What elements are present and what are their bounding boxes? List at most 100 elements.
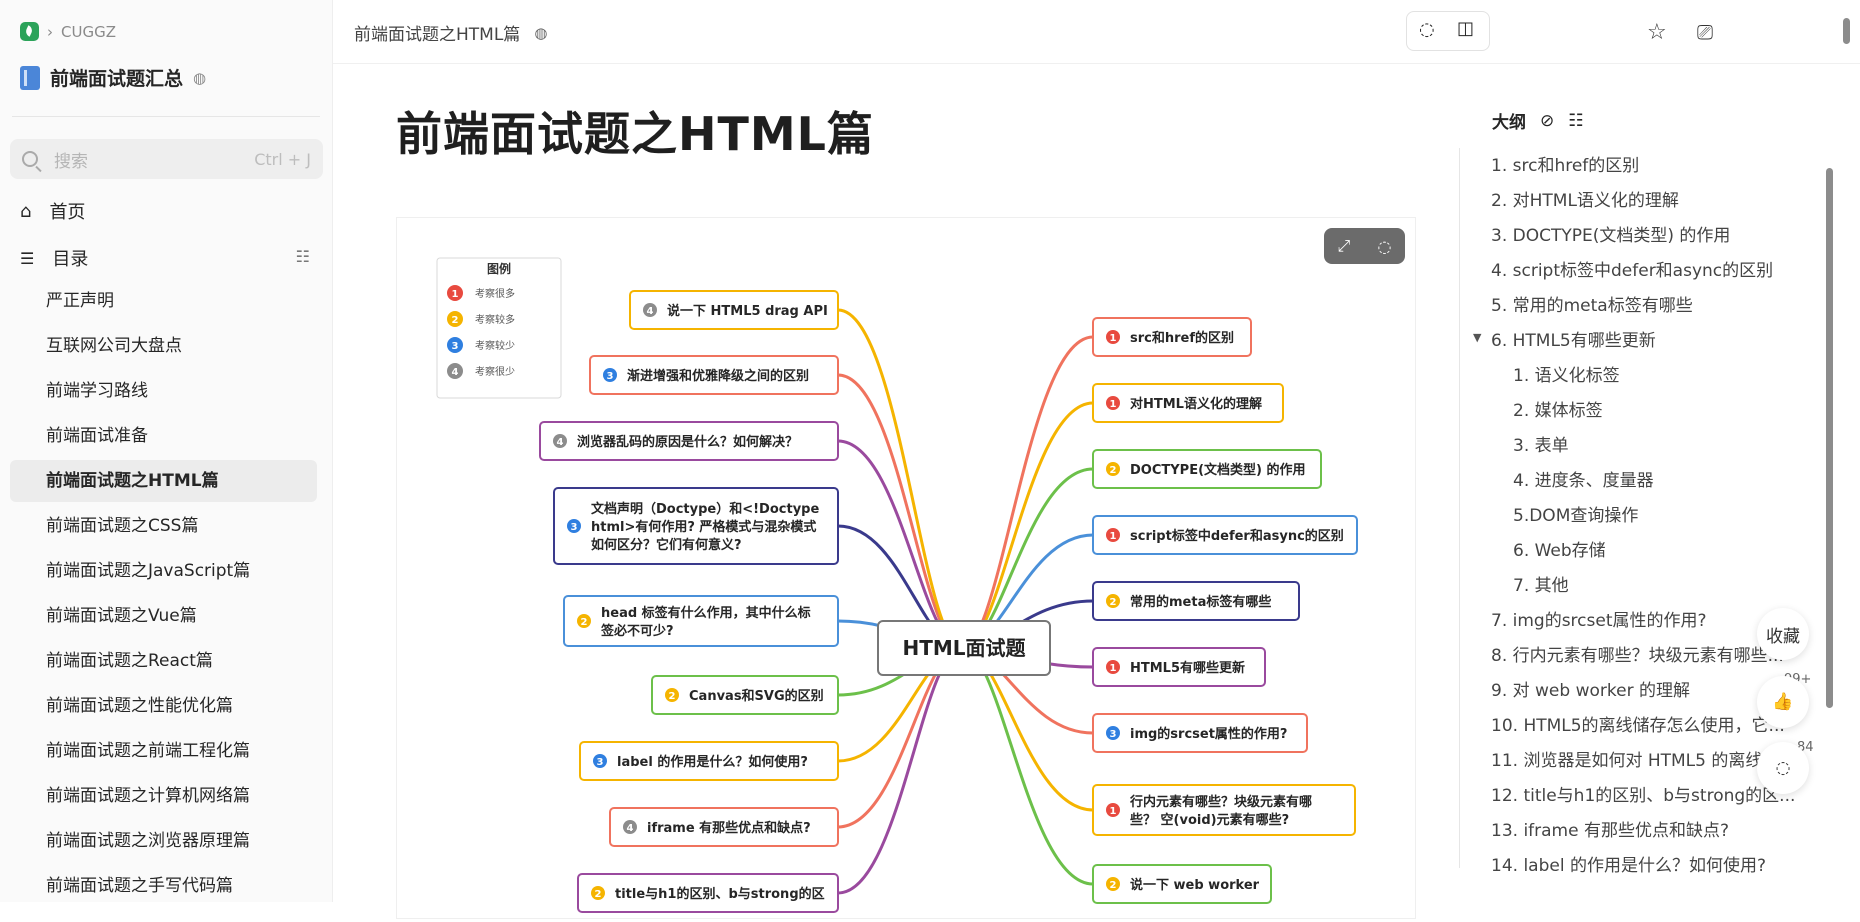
outline-scrollbar[interactable] [1826, 168, 1833, 708]
priority-num: 1 [1110, 399, 1117, 410]
outline-item[interactable]: 13. iframe 有那些优点和缺点? [1491, 816, 1729, 841]
mindmap-node[interactable]: 3 文档声明（Doctype）和<!Doctype html>有何作用? 严格模式与… [553, 487, 839, 565]
knowledge-base-title[interactable]: 前端面试题汇总 ◍ [20, 64, 206, 91]
like-button[interactable]: 👍 [1757, 676, 1809, 728]
mindmap-node[interactable]: 1 script标签中defer和async的区别 [1092, 515, 1358, 555]
mindmap-node[interactable]: 2 说一下 web worker [1092, 864, 1272, 904]
mindmap-node[interactable]: 1 HTML5有哪些更新 [1092, 647, 1266, 687]
search-input[interactable]: 搜索 Ctrl + J [10, 139, 323, 179]
outline-item[interactable]: 11. 浏览器是如何对 HTML5 的离线储... [1491, 746, 1796, 771]
outline-item[interactable]: 14. label 的作用是什么？如何使用? [1491, 851, 1766, 876]
outline-item[interactable]: 7. img的srcset属性的作用? [1491, 606, 1707, 631]
outline-item[interactable]: 7. 其他 [1513, 571, 1569, 596]
outline-item[interactable]: 1. src和href的区别 [1491, 151, 1639, 176]
caret-down-icon[interactable]: ▼ [1473, 331, 1481, 344]
outline-item[interactable]: 6. HTML5有哪些更新 [1491, 326, 1656, 351]
outline-item[interactable]: 1. 语义化标签 [1513, 361, 1620, 386]
toc-item[interactable]: 互联网公司大盘点 [10, 325, 317, 367]
comments-button[interactable]: ◌ [1757, 742, 1809, 794]
sidebar-toggle-icon[interactable]: ◫ [1457, 18, 1474, 39]
toc-item[interactable]: 前端面试题之Vue篇 [10, 595, 317, 637]
org-name[interactable]: CUGGZ [61, 23, 116, 41]
outline-item[interactable]: 4. script标签中defer和async的区别 [1491, 256, 1773, 281]
outline-item[interactable]: 3. DOCTYPE(文档类型) 的作用 [1491, 221, 1730, 246]
permission-icon[interactable]: ◍ [534, 24, 547, 42]
outline-item[interactable]: 5. 常用的meta标签有哪些 [1491, 291, 1693, 316]
mindmap-node[interactable]: 3 label 的作用是什么？如何使用? [579, 741, 839, 781]
mindmap-node[interactable]: 4 iframe 有那些优点和缺点? [609, 807, 839, 847]
mindmap-node[interactable]: 2 Canvas和SVG的区别 [651, 675, 839, 715]
toc-item[interactable]: 前端面试题之HTML篇 [10, 460, 317, 502]
toc-item[interactable]: 严正声明 [10, 280, 317, 322]
node-label: script标签中defer和async的区别 [1130, 528, 1344, 544]
mindmap-toolbar: ⤢ ◌ [1324, 228, 1405, 264]
toc-item[interactable]: 前端面试题之React篇 [10, 640, 317, 682]
comment-icon[interactable]: ◌ [1377, 237, 1391, 256]
toc-item[interactable]: 前端面试准备 [10, 415, 317, 457]
node-label: src和href的区别 [1130, 330, 1234, 346]
outline-item[interactable]: 9. 对 web worker 的理解 [1491, 676, 1690, 701]
permission-icon[interactable]: ◍ [193, 69, 206, 87]
app-logo-icon[interactable] [20, 22, 39, 41]
book-icon [20, 65, 40, 90]
mindmap-node[interactable]: 3 img的srcset属性的作用? [1092, 713, 1308, 753]
collect-label: 收藏 [1766, 626, 1800, 647]
mindmap-node[interactable]: 1 对HTML语义化的理解 [1092, 383, 1284, 423]
chevron-right-icon: › [47, 22, 53, 41]
node-label: 浏览器乱码的原因是什么？如何解决？ [577, 434, 798, 450]
comment-icon: ◌ [1775, 758, 1791, 778]
collect-button[interactable]: 收藏 [1757, 608, 1809, 660]
mindmap-node[interactable]: 1 src和href的区别 [1092, 317, 1252, 357]
node-label: 常用的meta标签有哪些 [1130, 594, 1271, 610]
mindmap-center-node[interactable]: HTML面试题 [877, 620, 1051, 676]
toc-item[interactable]: 前端面试题之性能优化篇 [10, 685, 317, 727]
divider [12, 116, 320, 117]
toc-item[interactable]: 前端面试题之CSS篇 [10, 505, 317, 547]
nav-home[interactable]: ⌂ 首页 [20, 198, 85, 224]
mindmap-board[interactable]: 图例 1 考察很多 2 考察较多 3 考察较少 4 考察很少 4 说一下 HTML5 drag AP… [397, 218, 1415, 918]
outline-item[interactable]: 5.DOM查询操作 [1513, 501, 1638, 526]
outline-item[interactable]: 6. Web存储 [1513, 536, 1606, 561]
mindmap-node[interactable]: 2 DOCTYPE(文档类型) 的作用 [1092, 449, 1322, 489]
mindmap-node[interactable]: 1 行内元素有哪些？块级元素有哪些？ 空(void)元素有哪些? [1092, 784, 1356, 836]
search-placeholder: 搜索 [54, 151, 88, 172]
legend-label: 考察较多 [475, 313, 515, 326]
page-scrollbar[interactable] [1843, 18, 1850, 44]
priority-num: 1 [1110, 531, 1117, 542]
node-label: 行内元素有哪些？块级元素有哪 [1129, 794, 1312, 810]
outline-list-icon[interactable]: ☷ [1568, 111, 1583, 131]
mindmap-node[interactable]: 2 title与h1的区别、b与strong的区 [577, 873, 839, 913]
hide-eye-icon[interactable]: ⊘ [1540, 111, 1554, 131]
nav-catalog[interactable]: ☰ 目录 [20, 245, 88, 271]
mindmap-node[interactable]: 2 head 标签有什么作用，其中什么标签必不可少? [563, 595, 839, 647]
outline-item[interactable]: 8. 行内元素有哪些？块级元素有哪些... [1491, 641, 1784, 666]
toc-item[interactable]: 前端面试题之计算机网络篇 [10, 775, 317, 817]
comment-icon[interactable]: ◌ [1419, 19, 1435, 40]
breadcrumb[interactable]: › CUGGZ [20, 22, 116, 41]
outline-item[interactable]: 3. 表单 [1513, 431, 1569, 456]
present-icon[interactable]: ⎚ [1697, 20, 1713, 44]
toc-item[interactable]: 前端面试题之浏览器原理篇 [10, 820, 317, 862]
mindmap-node[interactable]: 3 渐进增强和优雅降级之间的区别 [589, 355, 839, 395]
toc-item[interactable]: 前端面试题之手写代码篇 [10, 865, 317, 907]
thumbs-up-icon: 👍 [1772, 692, 1794, 712]
outline-item[interactable]: 2. 对HTML语义化的理解 [1491, 186, 1679, 211]
toc-item[interactable]: 前端面试题之JavaScript篇 [10, 550, 317, 592]
legend-marker-num: 2 [452, 315, 459, 326]
legend-marker-num: 4 [452, 367, 459, 378]
toc-item[interactable]: 前端面试题之前端工程化篇 [10, 730, 317, 772]
doc-breadcrumb[interactable]: 前端面试题之HTML篇 ◍ [354, 20, 547, 46]
connector-line [836, 646, 964, 895]
mindmap-node[interactable]: 2 常用的meta标签有哪些 [1092, 581, 1300, 621]
mindmap-node[interactable]: 4 说一下 HTML5 drag API [629, 290, 839, 330]
outline-item[interactable]: 10. HTML5的离线储存怎么使用，它... [1491, 711, 1785, 736]
star-icon[interactable]: ☆ [1647, 20, 1667, 45]
mindmap-node[interactable]: 4 浏览器乱码的原因是什么？如何解决？ [539, 421, 839, 461]
outline-item[interactable]: 2. 媒体标签 [1513, 396, 1603, 421]
kb-title-text: 前端面试题汇总 [50, 68, 184, 90]
outline-item[interactable]: 12. title与h1的区别、b与strong的区... [1491, 781, 1795, 806]
toc-item[interactable]: 前端学习路线 [10, 370, 317, 412]
outline-item[interactable]: 4. 进度条、度量器 [1513, 466, 1654, 491]
collapse-list-icon[interactable]: ☷ [296, 247, 310, 266]
fullscreen-icon[interactable]: ⤢ [1338, 236, 1351, 256]
